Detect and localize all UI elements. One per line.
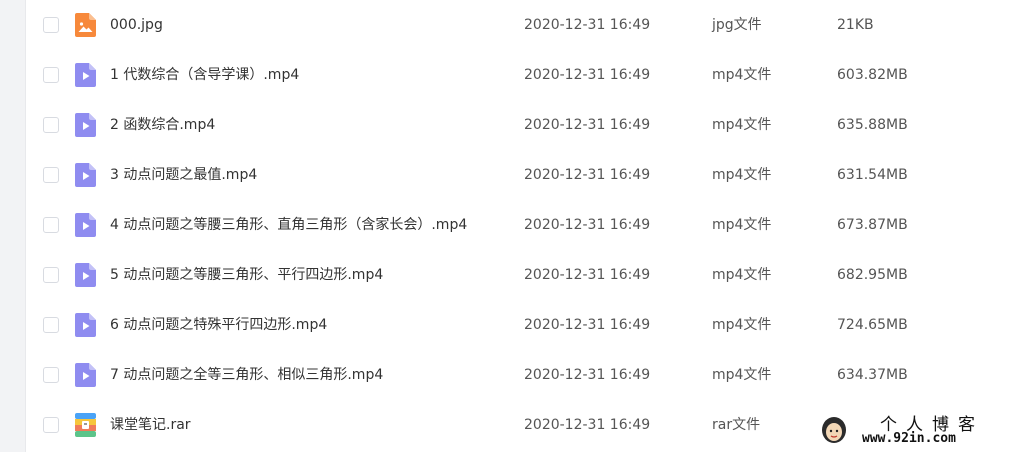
file-size: 634.37MB bbox=[837, 367, 908, 383]
file-type: mp4文件 bbox=[712, 217, 772, 233]
row-checkbox[interactable] bbox=[43, 17, 59, 33]
file-type: mp4文件 bbox=[712, 267, 772, 283]
file-date: 2020-12-31 16:49 bbox=[524, 417, 651, 433]
file-date: 2020-12-31 16:49 bbox=[524, 17, 651, 33]
file-name[interactable]: 3 动点问题之最值.mp4 bbox=[110, 150, 257, 200]
file-type: rar文件 bbox=[712, 417, 761, 433]
row-checkbox[interactable] bbox=[43, 167, 59, 183]
file-type: mp4文件 bbox=[712, 317, 772, 333]
file-size: 682.95MB bbox=[837, 267, 908, 283]
file-date: 2020-12-31 16:49 bbox=[524, 117, 651, 133]
file-row[interactable]: 4 动点问题之等腰三角形、直角三角形（含家长会）.mp4 2020-12-31 … bbox=[26, 200, 1012, 250]
row-checkbox[interactable] bbox=[43, 267, 59, 283]
row-checkbox[interactable] bbox=[43, 67, 59, 83]
file-date: 2020-12-31 16:49 bbox=[524, 167, 651, 183]
file-row[interactable]: 7 动点问题之全等三角形、相似三角形.mp4 2020-12-31 16:49 … bbox=[26, 350, 1012, 400]
file-name[interactable]: 1 代数综合（含导学课）.mp4 bbox=[110, 50, 299, 100]
archive-file-icon bbox=[75, 413, 96, 437]
file-row[interactable]: 6 动点问题之特殊平行四边形.mp4 2020-12-31 16:49 mp4文… bbox=[26, 300, 1012, 350]
file-type: mp4文件 bbox=[712, 367, 772, 383]
file-date: 2020-12-31 16:49 bbox=[524, 367, 651, 383]
file-row[interactable]: 3 动点问题之最值.mp4 2020-12-31 16:49 mp4文件 631… bbox=[26, 150, 1012, 200]
file-size: 635.88MB bbox=[837, 117, 908, 133]
file-name[interactable]: 5 动点问题之等腰三角形、平行四边形.mp4 bbox=[110, 250, 383, 300]
video-file-icon bbox=[75, 213, 96, 237]
file-type: mp4文件 bbox=[712, 167, 772, 183]
video-file-icon bbox=[75, 363, 96, 387]
file-row[interactable]: 2 函数综合.mp4 2020-12-31 16:49 mp4文件 635.88… bbox=[26, 100, 1012, 150]
file-name[interactable]: 000.jpg bbox=[110, 0, 163, 50]
file-name[interactable]: 6 动点问题之特殊平行四边形.mp4 bbox=[110, 300, 327, 350]
file-date: 2020-12-31 16:49 bbox=[524, 67, 651, 83]
file-type: mp4文件 bbox=[712, 67, 772, 83]
file-date: 2020-12-31 16:49 bbox=[524, 267, 651, 283]
image-file-icon bbox=[75, 13, 96, 37]
file-row[interactable]: 5 动点问题之等腰三角形、平行四边形.mp4 2020-12-31 16:49 … bbox=[26, 250, 1012, 300]
watermark-url: www.92in.com bbox=[862, 431, 956, 446]
file-type: mp4文件 bbox=[712, 117, 772, 133]
file-name[interactable]: 课堂笔记.rar bbox=[110, 400, 191, 450]
left-panel-edge bbox=[0, 0, 26, 452]
file-size: 724.65MB bbox=[837, 317, 908, 333]
file-size: 631.54MB bbox=[837, 167, 908, 183]
file-row[interactable]: 1 代数综合（含导学课）.mp4 2020-12-31 16:49 mp4文件 … bbox=[26, 50, 1012, 100]
blog-watermark: 个人博客 www.92in.com bbox=[818, 408, 1008, 450]
file-size: 673.87MB bbox=[837, 217, 908, 233]
video-file-icon bbox=[75, 263, 96, 287]
row-checkbox[interactable] bbox=[43, 117, 59, 133]
video-file-icon bbox=[75, 63, 96, 87]
file-size: 603.82MB bbox=[837, 67, 908, 83]
file-list: 000.jpg 2020-12-31 16:49 jpg文件 21KB 1 代数… bbox=[26, 0, 1012, 452]
file-size: 21KB bbox=[837, 17, 874, 33]
file-row[interactable]: 000.jpg 2020-12-31 16:49 jpg文件 21KB bbox=[26, 0, 1012, 50]
video-file-icon bbox=[75, 163, 96, 187]
file-date: 2020-12-31 16:49 bbox=[524, 317, 651, 333]
row-checkbox[interactable] bbox=[43, 217, 59, 233]
file-date: 2020-12-31 16:49 bbox=[524, 217, 651, 233]
row-checkbox[interactable] bbox=[43, 367, 59, 383]
video-file-icon bbox=[75, 113, 96, 137]
row-checkbox[interactable] bbox=[43, 317, 59, 333]
row-checkbox[interactable] bbox=[43, 417, 59, 433]
file-name[interactable]: 7 动点问题之全等三角形、相似三角形.mp4 bbox=[110, 350, 383, 400]
video-file-icon bbox=[75, 313, 96, 337]
file-type: jpg文件 bbox=[712, 17, 762, 33]
file-name[interactable]: 2 函数综合.mp4 bbox=[110, 100, 215, 150]
avatar-logo-icon bbox=[820, 414, 848, 444]
file-name[interactable]: 4 动点问题之等腰三角形、直角三角形（含家长会）.mp4 bbox=[110, 200, 467, 250]
